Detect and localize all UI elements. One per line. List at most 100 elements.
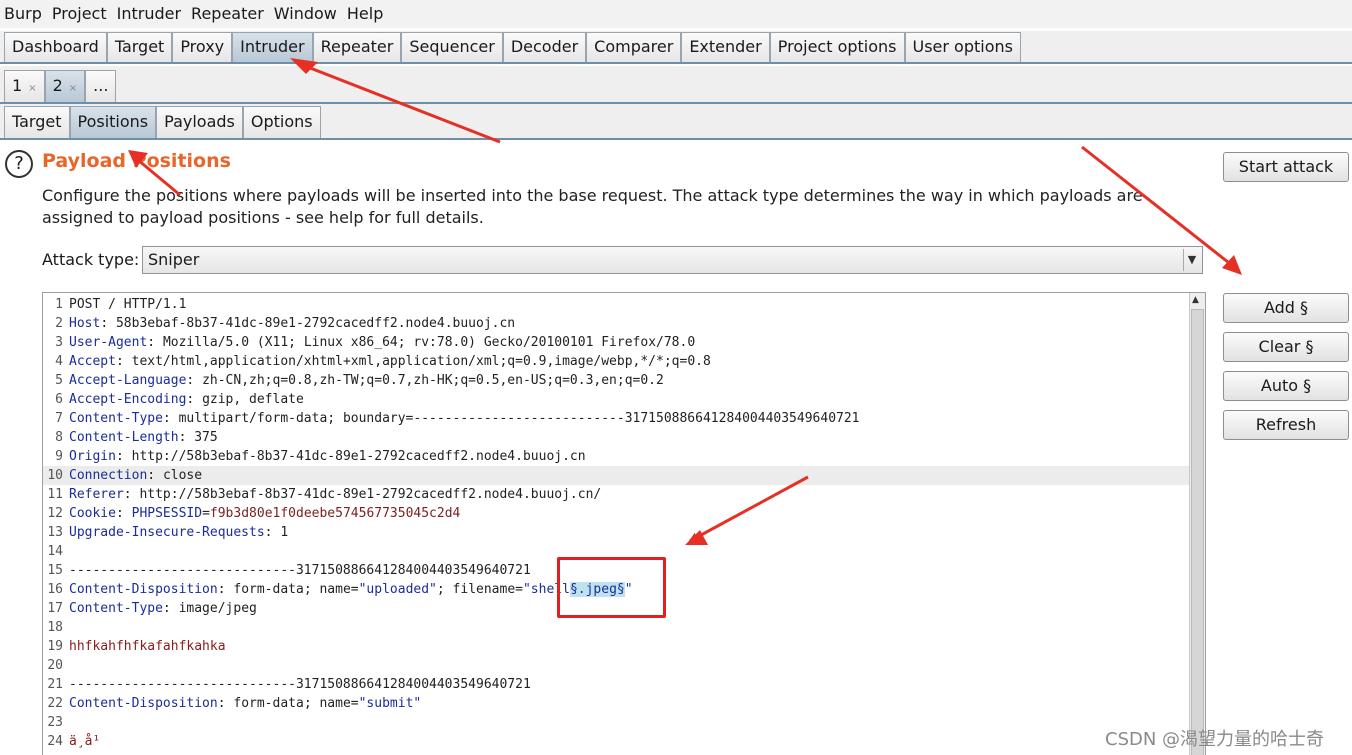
tab-target[interactable]: Target: [106, 32, 173, 62]
line-text: -----------------------------31715088664…: [69, 677, 531, 692]
tab-label: Sequencer: [409, 37, 495, 56]
subtab-label: Payloads: [164, 112, 235, 131]
main-tab-bar: Dashboard Target Proxy Intruder Repeater Sequ…: [0, 31, 1352, 64]
tab-label: Proxy: [180, 37, 225, 56]
tab-proxy[interactable]: Proxy: [172, 32, 233, 62]
clear-markers-button[interactable]: Clear §: [1223, 332, 1349, 362]
header-name: Accept-Encoding: [69, 392, 187, 407]
request-line: 13 Upgrade-Insecure-Requests: 1: [43, 523, 1191, 542]
menu-help[interactable]: Help: [347, 4, 383, 23]
tab-sequencer[interactable]: Sequencer: [401, 32, 503, 62]
menu-repeater[interactable]: Repeater: [191, 4, 264, 23]
subtab-payloads[interactable]: Payloads: [156, 106, 243, 138]
tab-label: Comparer: [594, 37, 674, 56]
line-number: 24: [47, 734, 63, 749]
request-line: 8 Content-Length: 375: [43, 428, 1191, 447]
header-name: Upgrade-Insecure-Requests: [69, 525, 265, 540]
page-title: Payload Positions: [42, 150, 231, 172]
tab-comparer[interactable]: Comparer: [586, 32, 682, 62]
request-tab-bar: 1 × 2 ×...: [0, 66, 1352, 104]
tab-label: Extender: [689, 37, 762, 56]
line-number: 9: [55, 449, 63, 464]
line-number: 12: [47, 506, 63, 521]
tab-intruder[interactable]: Intruder: [232, 32, 313, 62]
attack-type-value: Sniper: [148, 250, 200, 269]
start-attack-button[interactable]: Start attack: [1223, 152, 1349, 182]
field-name: "submit": [358, 696, 422, 711]
tab-extender[interactable]: Extender: [681, 32, 770, 62]
scroll-up-arrow-icon[interactable]: ▲: [1192, 295, 1199, 305]
line-text: -----------------------------31715088664…: [69, 563, 531, 578]
close-icon[interactable]: ×: [69, 83, 77, 94]
header-value: image/jpeg: [178, 601, 257, 616]
request-line: 11 Referer: http://58b3ebaf-8b37-41dc-89e…: [43, 485, 1191, 504]
request-tab-label: ...: [93, 76, 109, 95]
tab-dashboard[interactable]: Dashboard: [4, 32, 107, 62]
subtab-positions[interactable]: Positions: [69, 106, 157, 138]
tab-repeater[interactable]: Repeater: [312, 32, 402, 62]
header-value: gzip, deflate: [202, 392, 304, 407]
header-value: http://58b3ebaf-8b37-41dc-89e1-2792caced…: [139, 487, 602, 502]
header-name: Content-Type: [69, 601, 163, 616]
watermark: CSDN @渴望力量的哈士奇: [1105, 729, 1325, 750]
line-number: 13: [47, 525, 63, 540]
line-number: 21: [47, 677, 63, 692]
request-line: 18: [43, 618, 1191, 637]
add-marker-button[interactable]: Add §: [1223, 293, 1349, 323]
close-icon[interactable]: ×: [28, 83, 36, 94]
header-name: Connection: [69, 468, 148, 483]
header-name: Referer: [69, 487, 124, 502]
scroll-thumb[interactable]: [1191, 309, 1204, 755]
request-tab-more[interactable]: ...: [85, 70, 117, 102]
menu-window[interactable]: Window: [274, 4, 337, 23]
editor-scrollbar[interactable]: ▲: [1189, 293, 1205, 755]
header-value: http://58b3ebaf-8b37-41dc-89e1-2792caced…: [131, 449, 586, 464]
request-editor[interactable]: 1 POST / HTTP/1.1 2 Host: 58b3ebaf-8b37-41d…: [42, 292, 1206, 755]
help-icon[interactable]: ?: [5, 150, 33, 178]
refresh-button[interactable]: Refresh: [1223, 410, 1349, 440]
menu-intruder[interactable]: Intruder: [117, 4, 181, 23]
line-number: 7: [55, 411, 63, 426]
panel-description: Configure the positions where payloads w…: [42, 186, 1143, 227]
tab-label: Target: [114, 37, 165, 56]
header-value: 58b3ebaf-8b37-41dc-89e1-2792cacedff2.nod…: [115, 316, 516, 331]
header-name: Content-Length: [69, 430, 179, 445]
subtab-label: Options: [250, 112, 313, 131]
field-name: "uploaded": [358, 582, 437, 597]
request-tab-label: 1: [12, 76, 23, 95]
attack-type-select[interactable]: Sniper ▼: [142, 246, 1203, 274]
disposition-filename-key: ; filename=: [436, 582, 523, 597]
disposition-prefix: form-data; name=: [233, 696, 359, 711]
request-line: 9 Origin: http://58b3ebaf-8b37-41dc-89e1-…: [43, 447, 1191, 466]
menu-burp[interactable]: Burp: [4, 4, 42, 23]
auto-markers-button[interactable]: Auto §: [1223, 371, 1349, 401]
header-name: Cookie: [69, 506, 116, 521]
header-name: User-Agent: [69, 335, 148, 350]
line-number: 17: [47, 601, 63, 616]
tab-decoder[interactable]: Decoder: [502, 32, 587, 62]
header-value: multipart/form-data; boundary=----------…: [178, 411, 860, 426]
tab-label: Repeater: [320, 37, 394, 56]
subtab-target[interactable]: Target: [4, 106, 70, 138]
tab-user-options[interactable]: User options: [904, 32, 1021, 62]
body-content: ä¸å¹: [69, 734, 101, 749]
header-value: 375: [194, 430, 218, 445]
tab-label: Project options: [777, 37, 897, 56]
highlight-box-annotation: [557, 557, 666, 618]
line-number: 11: [47, 487, 63, 502]
request-tab-1[interactable]: 1 ×: [4, 70, 45, 102]
request-line: 6 Accept-Encoding: gzip, deflate: [43, 390, 1191, 409]
cookie-value: f9b3d80e1f0deebe574567735045c2d4: [209, 506, 461, 521]
request-line: 24 ä¸å¹: [43, 732, 1191, 751]
chevron-down-icon[interactable]: ▼: [1183, 249, 1200, 271]
menu-project[interactable]: Project: [52, 4, 107, 23]
request-tab-2[interactable]: 2 ×: [44, 70, 86, 102]
tab-project-options[interactable]: Project options: [769, 32, 905, 62]
attack-type-label: Attack type:: [42, 250, 140, 269]
subtab-options[interactable]: Options: [242, 106, 321, 138]
line-number: 3: [55, 335, 63, 350]
request-line: 19 hhfkahfhfkafahfkahka: [43, 637, 1191, 656]
cookie-name: PHPSESSID: [131, 506, 203, 521]
subtab-label: Target: [12, 112, 62, 131]
header-name: Content-Type: [69, 411, 163, 426]
